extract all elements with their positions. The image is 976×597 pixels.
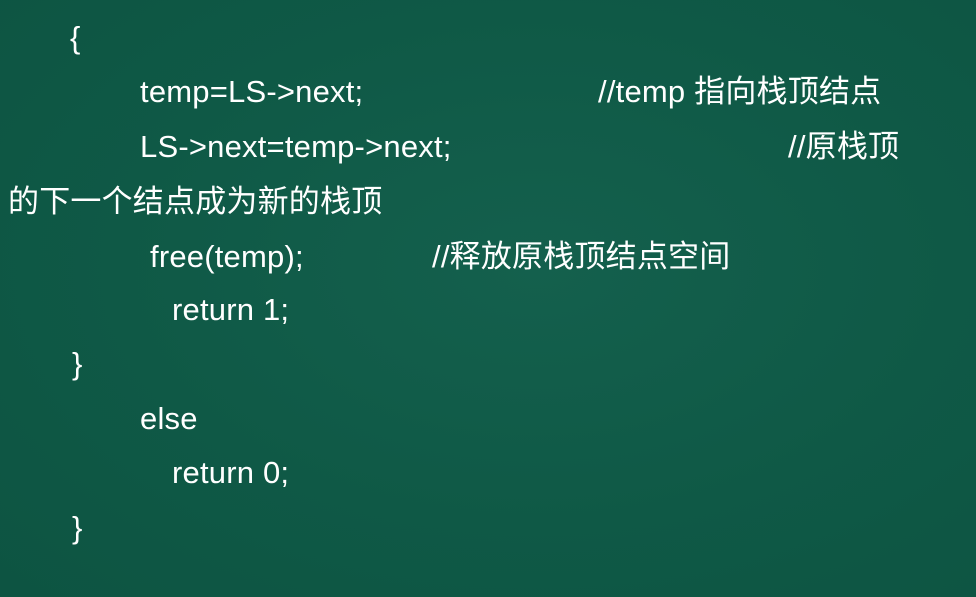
code-line-free: free(temp); <box>150 239 304 274</box>
code-line-next-assign: LS->next=temp->next; <box>140 129 452 164</box>
comment-original-top: //原栈顶 <box>788 129 900 164</box>
code-line-return-0: return 0; <box>172 455 290 490</box>
code-line-temp-assign: temp=LS->next; <box>140 74 364 109</box>
open-brace: { <box>70 20 81 55</box>
comment-temp-points-top: //temp 指向栈顶结点 <box>598 74 882 109</box>
comment-free-space: //释放原栈顶结点空间 <box>432 239 731 274</box>
slide-background: { temp=LS->next; //temp 指向栈顶结点 LS->next=… <box>0 0 976 597</box>
code-line-else: else <box>140 401 198 436</box>
close-brace-outer: } <box>72 510 83 545</box>
comment-wrap-new-top: 的下一个结点成为新的栈顶 <box>8 184 383 219</box>
close-brace-inner: } <box>72 346 83 381</box>
code-line-return-1: return 1; <box>172 292 290 327</box>
